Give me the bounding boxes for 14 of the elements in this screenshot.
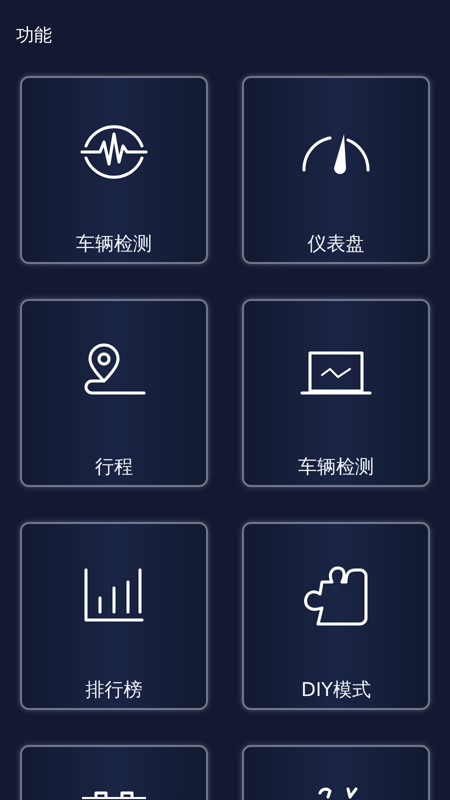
tile-label: 车辆检测: [76, 232, 152, 256]
feature-tile[interactable]: 行程: [20, 299, 208, 487]
tile-label: 仪表盘: [308, 232, 364, 256]
feature-tile[interactable]: 排行榜: [20, 522, 208, 710]
tile-label: 排行榜: [86, 678, 142, 702]
section-title: 功能: [16, 24, 53, 48]
tile-label: 行程: [95, 455, 133, 479]
feature-tile[interactable]: 车辆检测: [20, 76, 208, 264]
tile-label: 车辆检测: [298, 455, 374, 479]
feature-tile[interactable]: 车辆检测: [242, 299, 430, 487]
battery-icon: [80, 791, 148, 799]
feature-tile[interactable]: DIY模式: [242, 522, 430, 710]
tile-label: DIY模式: [301, 678, 371, 702]
feature-tile[interactable]: 仪表盘: [242, 76, 430, 264]
